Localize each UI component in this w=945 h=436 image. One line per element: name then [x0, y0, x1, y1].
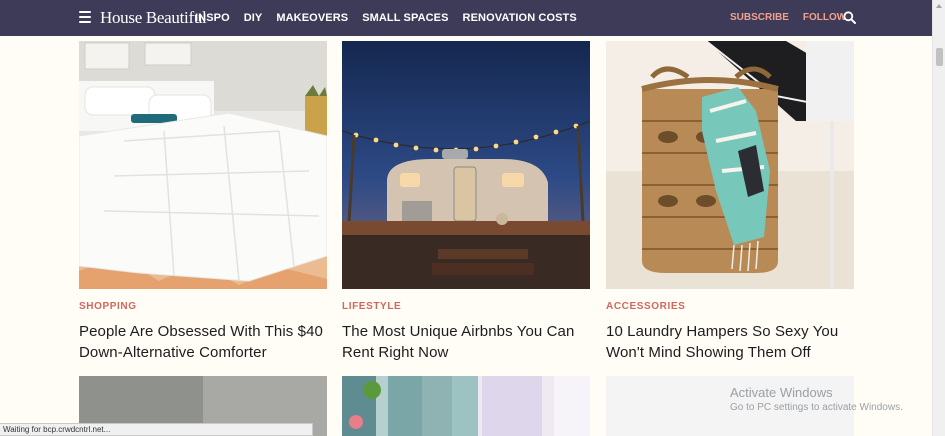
article-card-airbnbs[interactable]: LIFESTYLE The Most Unique Airbnbs You Ca… [342, 41, 590, 363]
card-category[interactable]: ACCESSORIES [606, 301, 854, 312]
article-card-comforter[interactable]: SHOPPING People Are Obsessed With This $… [79, 41, 327, 363]
nav-actions: SUBSCRIBE FOLLOW [730, 12, 846, 23]
watermark-subtitle: Go to PC settings to activate Windows. [730, 402, 903, 413]
follow-link[interactable]: FOLLOW [803, 12, 846, 23]
nav-link-diy[interactable]: DIY [244, 12, 263, 24]
nav-links: INSPO DIY MAKEOVERS SMALL SPACES RENOVAT… [195, 12, 577, 24]
nav-link-renovation-costs[interactable]: RENOVATION COSTS [463, 12, 577, 24]
scroll-up-arrow-icon[interactable] [936, 4, 942, 8]
card-category[interactable]: LIFESTYLE [342, 301, 590, 312]
page-scrollbar[interactable] [932, 0, 945, 436]
card-title[interactable]: The Most Unique Airbnbs You Can Rent Rig… [342, 321, 590, 363]
activate-windows-watermark: Activate Windows Go to PC settings to ac… [730, 385, 903, 413]
scroll-thumb[interactable] [936, 48, 943, 66]
nav-link-small-spaces[interactable]: SMALL SPACES [362, 12, 448, 24]
article-card-hampers[interactable]: ACCESSORIES 10 Laundry Hampers So Sexy Y… [606, 41, 854, 363]
card-title[interactable]: People Are Obsessed With This $40 Down-A… [79, 321, 327, 363]
hamper-image[interactable] [606, 41, 854, 289]
nav-link-inspo[interactable]: INSPO [195, 12, 230, 24]
airstream-image[interactable] [342, 41, 590, 289]
card-title[interactable]: 10 Laundry Hampers So Sexy You Won't Min… [606, 321, 854, 363]
menu-icon[interactable] [79, 11, 91, 23]
comforter-image[interactable] [79, 41, 327, 289]
browser-status-bar: Waiting for bcp.crwdcntrl.net... [0, 423, 313, 436]
search-icon[interactable] [843, 11, 856, 24]
site-logo[interactable]: House Beautiful [100, 8, 207, 28]
top-nav: House Beautiful INSPO DIY MAKEOVERS SMAL… [0, 0, 932, 36]
card-category[interactable]: SHOPPING [79, 301, 327, 312]
watermark-title: Activate Windows [730, 385, 833, 400]
nav-link-makeovers[interactable]: MAKEOVERS [276, 12, 348, 24]
next-article-image-2[interactable] [342, 376, 590, 436]
subscribe-link[interactable]: SUBSCRIBE [730, 12, 789, 23]
